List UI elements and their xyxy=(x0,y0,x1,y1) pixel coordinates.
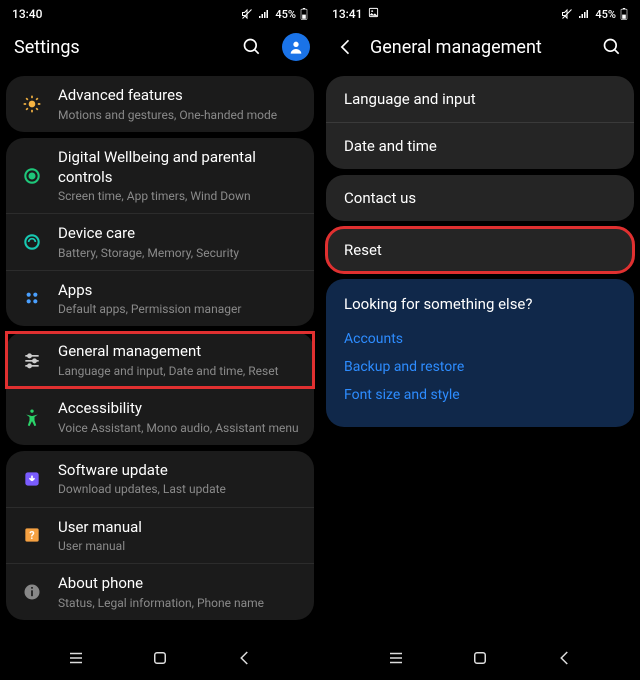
item-subtitle: Motions and gestures, One-handed mode xyxy=(58,108,300,122)
item-title: Apps xyxy=(58,281,300,301)
list-item[interactable]: AppsDefault apps, Permission manager xyxy=(6,270,314,327)
suggestion-link-accounts[interactable]: Accounts xyxy=(344,325,616,353)
manual-icon: ? xyxy=(20,525,44,545)
list-item-contact[interactable]: Contact us xyxy=(326,175,634,221)
suggestion-link-font[interactable]: Font size and style xyxy=(344,381,616,409)
nav-recent-icon[interactable] xyxy=(67,649,85,667)
status-time: 13:41 xyxy=(332,7,379,21)
settings-group: General management Language and input, Da… xyxy=(6,332,314,445)
list-item[interactable]: General management Language and input, Da… xyxy=(6,332,314,388)
item-subtitle: Default apps, Permission manager xyxy=(58,302,300,316)
list-item[interactable]: ? User manualUser manual xyxy=(6,507,314,564)
page-title: Settings xyxy=(14,37,222,58)
suggestion-card: Looking for something else? Accounts Bac… xyxy=(326,279,634,427)
settings-group: Language and input Date and time xyxy=(326,76,634,169)
app-bar: General management xyxy=(320,24,640,70)
list-item[interactable]: Digital Wellbeing and parental controls S… xyxy=(6,138,314,213)
wellbeing-icon xyxy=(20,166,44,186)
settings-list[interactable]: Language and input Date and time Contact… xyxy=(320,70,640,640)
settings-group: Advanced features Motions and gestures, O… xyxy=(6,76,314,132)
item-subtitle: User manual xyxy=(58,539,300,553)
status-icons: 45% xyxy=(241,8,308,21)
list-item[interactable]: Advanced features Motions and gestures, O… xyxy=(6,76,314,132)
about-icon xyxy=(20,582,44,602)
phone-general-management: 13:41 45% General management Language an… xyxy=(320,0,640,680)
item-subtitle: Download updates, Last update xyxy=(58,482,300,496)
search-icon xyxy=(242,37,262,57)
battery-text: 45% xyxy=(595,8,616,21)
mute-icon xyxy=(561,8,573,20)
list-item-language[interactable]: Language and input xyxy=(326,76,634,122)
svg-text:?: ? xyxy=(29,529,34,542)
item-title: Device care xyxy=(58,224,300,244)
item-title: About phone xyxy=(58,574,300,594)
nav-back-icon[interactable] xyxy=(556,649,574,667)
apps-icon xyxy=(20,288,44,308)
battery-text: 45% xyxy=(275,8,296,21)
nav-bar xyxy=(320,640,640,680)
list-item-reset[interactable]: Reset xyxy=(326,227,634,273)
profile-button[interactable] xyxy=(282,33,310,61)
search-button[interactable] xyxy=(594,29,630,65)
settings-group: Software updateDownload updates, Last up… xyxy=(6,451,314,620)
search-button[interactable] xyxy=(234,29,270,65)
nav-home-icon[interactable] xyxy=(151,649,169,667)
gallery-icon xyxy=(368,7,379,18)
item-title: Accessibility xyxy=(58,399,300,419)
general-icon xyxy=(20,350,44,370)
app-bar: Settings xyxy=(0,24,320,70)
signal-icon xyxy=(577,8,591,20)
status-icons: 45% xyxy=(561,8,628,21)
list-item[interactable]: Accessibility Voice Assistant, Mono audio… xyxy=(6,388,314,445)
item-title: Software update xyxy=(58,461,300,481)
item-subtitle: Language and input, Date and time, Reset xyxy=(58,364,300,378)
nav-recent-icon[interactable] xyxy=(387,649,405,667)
settings-group: Digital Wellbeing and parental controls S… xyxy=(6,138,314,326)
devicecare-icon xyxy=(20,232,44,252)
suggestion-header: Looking for something else? xyxy=(344,295,616,313)
profile-icon xyxy=(288,39,304,55)
item-subtitle: Screen time, App timers, Wind Down xyxy=(58,189,300,203)
item-title: Digital Wellbeing and parental controls xyxy=(58,148,300,187)
nav-bar xyxy=(0,640,320,680)
battery-icon xyxy=(620,8,628,20)
item-title: User manual xyxy=(58,518,300,538)
mute-icon xyxy=(241,8,253,20)
chevron-left-icon xyxy=(336,37,356,57)
page-title: General management xyxy=(370,37,582,58)
item-subtitle: Battery, Storage, Memory, Security xyxy=(58,246,300,260)
item-subtitle: Voice Assistant, Mono audio, Assistant m… xyxy=(58,421,300,435)
item-subtitle: Status, Legal information, Phone name xyxy=(58,596,300,610)
status-bar: 13:41 45% xyxy=(320,0,640,24)
settings-list[interactable]: Advanced features Motions and gestures, O… xyxy=(0,70,320,640)
nav-home-icon[interactable] xyxy=(471,649,489,667)
list-item[interactable]: About phone Status, Legal information, Ph… xyxy=(6,563,314,620)
status-bar: 13:40 45% xyxy=(0,0,320,24)
signal-icon xyxy=(257,8,271,20)
accessibility-icon xyxy=(20,407,44,427)
battery-icon xyxy=(300,8,308,20)
suggestion-link-backup[interactable]: Backup and restore xyxy=(344,353,616,381)
back-button[interactable] xyxy=(334,29,358,65)
phone-settings: 13:40 45% Settings Advanced features Moti… xyxy=(0,0,320,680)
item-title: General management xyxy=(58,342,300,362)
advanced-icon xyxy=(20,94,44,114)
search-icon xyxy=(602,37,622,57)
list-item[interactable]: Software updateDownload updates, Last up… xyxy=(6,451,314,507)
update-icon xyxy=(20,469,44,489)
list-item[interactable]: Device care Battery, Storage, Memory, Sec… xyxy=(6,213,314,270)
status-time: 13:40 xyxy=(12,7,42,21)
nav-back-icon[interactable] xyxy=(236,649,254,667)
list-item-datetime[interactable]: Date and time xyxy=(326,122,634,169)
item-title: Advanced features xyxy=(58,86,300,106)
